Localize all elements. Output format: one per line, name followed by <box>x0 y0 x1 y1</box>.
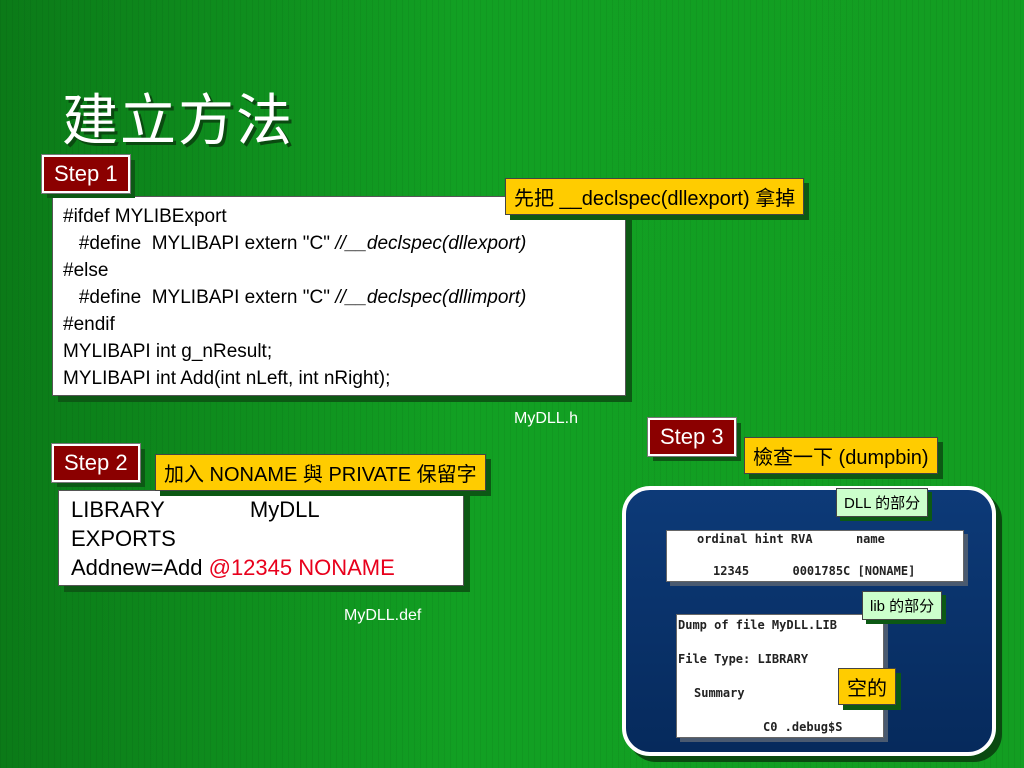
empty-note: 空的 <box>838 668 896 705</box>
code-text: #define MYLIBAPI extern "C" <box>63 287 336 308</box>
dump-line: File Type: LIBRARY <box>678 652 809 666</box>
step2-badge: Step 2 <box>51 443 141 483</box>
dll-dump-output: ordinal hint RVA name 12345 0001785C [NO… <box>666 530 964 582</box>
code-line: LIBRARY MyDLL <box>71 497 320 522</box>
dump-line: Dump of file MyDLL.LIB <box>678 618 837 632</box>
code-comment: //__declspec(dllexport) <box>335 233 527 254</box>
header-code-box: #ifdef MYLIBExport #define MYLIBAPI exte… <box>52 196 626 396</box>
dll-part-note: DLL 的部分 <box>836 488 929 517</box>
code-line: #define MYLIBAPI extern "C" //__declspec… <box>63 230 615 257</box>
code-line: EXPORTS <box>71 526 176 551</box>
code-line: MYLIBAPI int Add(int nLeft, int nRight); <box>63 368 391 389</box>
code-line: Addnew=Add @12345 NONAME <box>71 553 451 582</box>
code-line: MYLIBAPI int g_nResult; <box>63 341 273 362</box>
dump-line: Summary <box>694 686 745 700</box>
slide-title: 建立方法 <box>62 89 294 154</box>
code-line: #define MYLIBAPI extern "C" //__declspec… <box>63 284 615 311</box>
step3-note: 檢查一下 (dumpbin) <box>744 437 938 474</box>
dump-row: 12345 0001785C [NONAME] <box>713 564 916 578</box>
step2-note: 加入 NONAME 與 PRIVATE 保留字 <box>155 454 486 491</box>
code-comment: //__declspec(dllimport) <box>335 287 527 308</box>
lib-part-note: lib 的部分 <box>862 591 943 620</box>
code-highlight: @12345 NONAME <box>208 555 395 580</box>
step1-note: 先把 __declspec(dllexport) 拿掉 <box>505 178 805 215</box>
def-code-box: LIBRARY MyDLL EXPORTS Addnew=Add @12345 … <box>58 490 464 586</box>
code-text: Addnew=Add <box>71 555 209 580</box>
code-line: #endif <box>63 314 115 335</box>
step1-badge: Step 1 <box>41 154 131 194</box>
dump-header: ordinal hint RVA name <box>697 532 885 546</box>
step3-badge: Step 3 <box>647 417 737 457</box>
dump-line: C0 .debug$S <box>763 720 843 734</box>
code-line: #else <box>63 260 109 281</box>
header-file-caption: MyDLL.h <box>514 410 579 427</box>
def-file-caption: MyDLL.def <box>344 607 422 624</box>
code-text: #define MYLIBAPI extern "C" <box>63 233 336 254</box>
